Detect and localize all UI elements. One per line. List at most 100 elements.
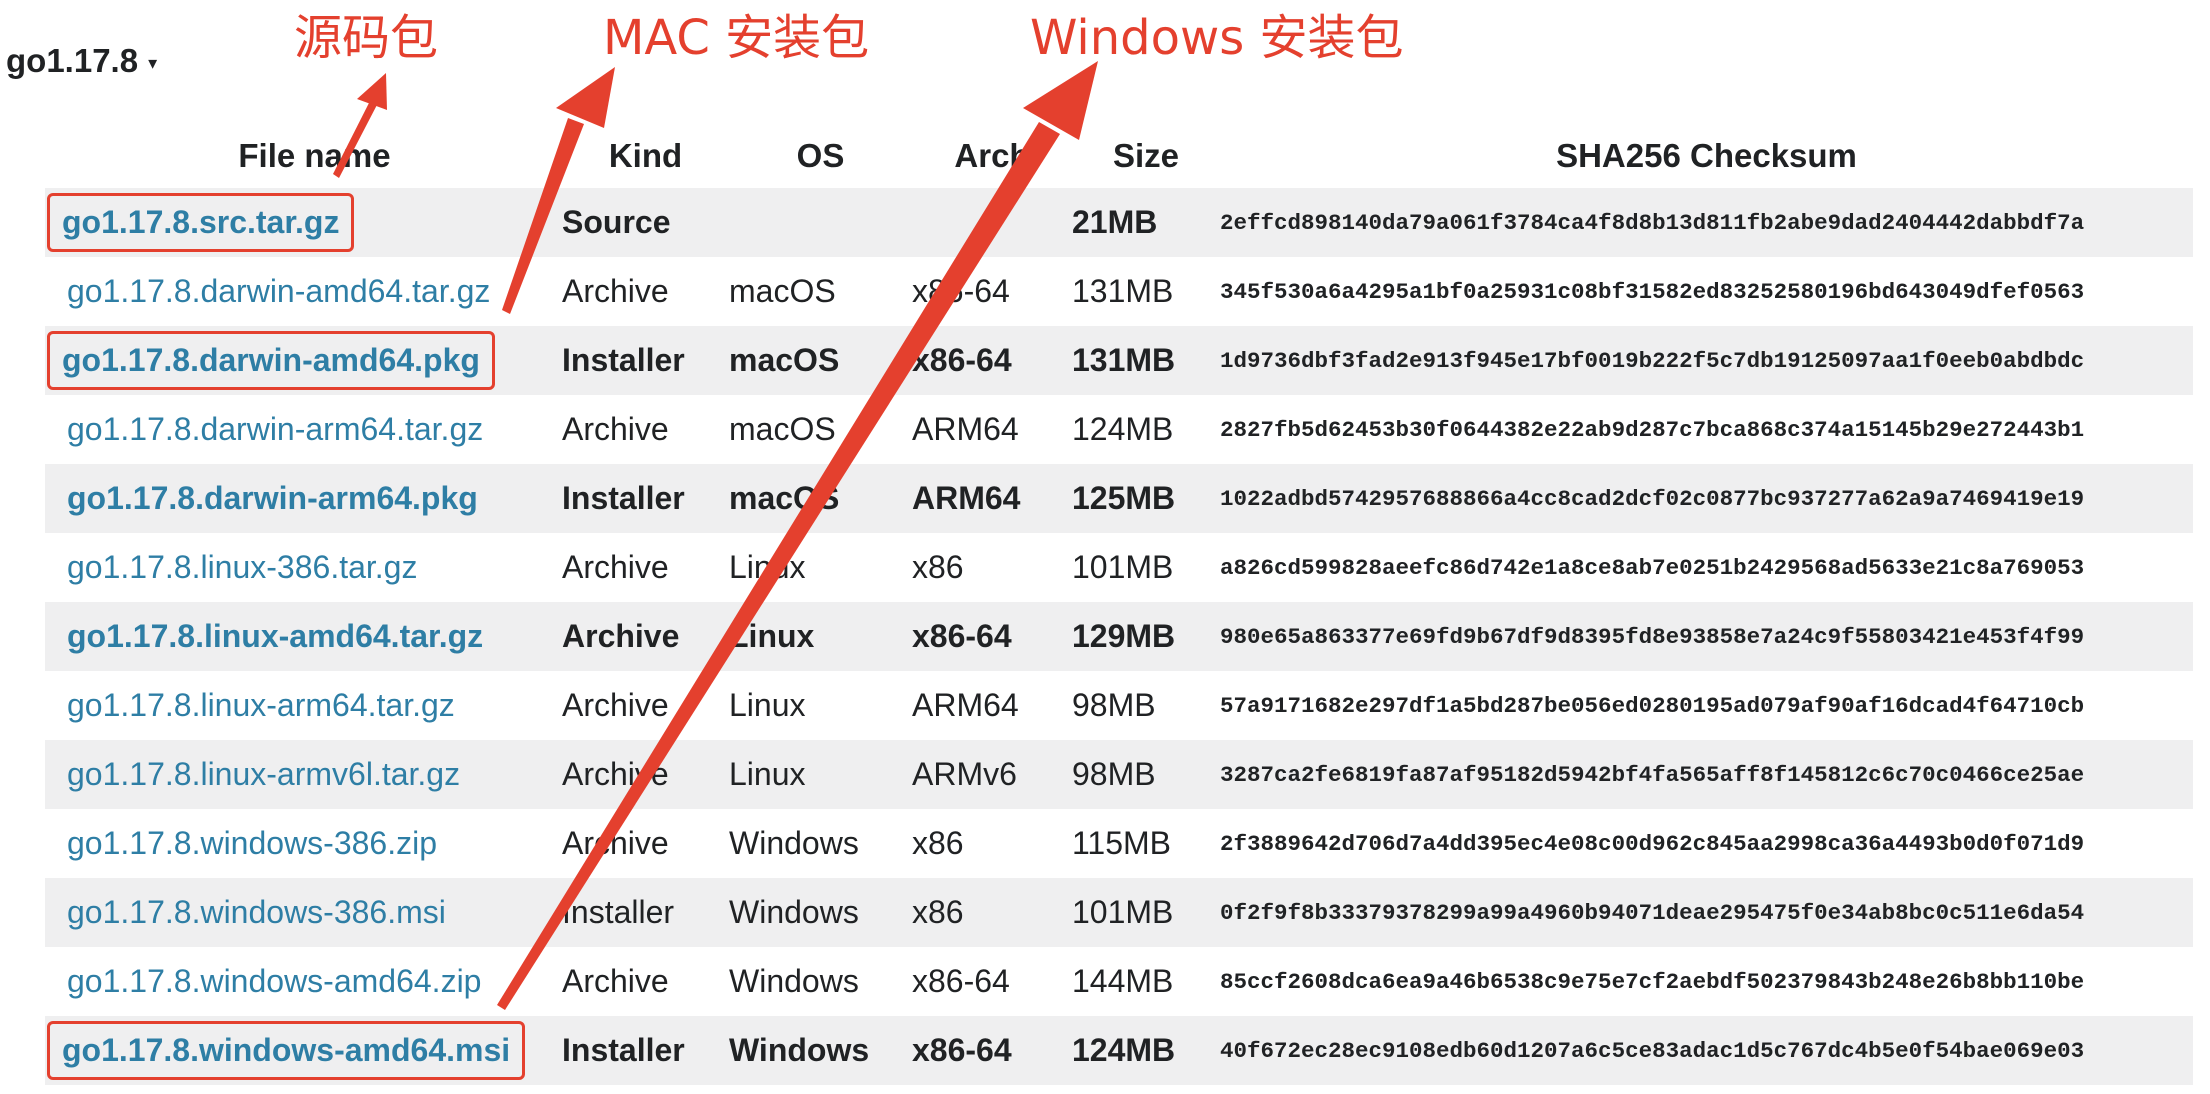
checksum-cell: 40f672ec28ec9108edb60d1207a6c5ce83adac1d…: [1220, 1037, 2085, 1064]
size-cell: 115MB: [1072, 825, 1172, 861]
os-cell: macOS: [729, 411, 836, 447]
file-name-link[interactable]: go1.17.8.linux-amd64.tar.gz: [67, 618, 483, 654]
table-row: go1.17.8.src.tar.gz Source 21MB 2effcd89814…: [45, 188, 2193, 257]
arch-cell: x86: [912, 894, 964, 930]
table-row: go1.17.8.linux-amd64.tar.gz Archive Linux x…: [45, 602, 2193, 671]
table-row: go1.17.8.linux-386.tar.gz Archive Linux x86…: [45, 533, 2193, 602]
file-name-cell: go1.17.8.linux-armv6l.tar.gz: [45, 740, 562, 809]
table-row: go1.17.8.windows-386.msi Installer Windows…: [45, 878, 2193, 947]
file-name-cell: go1.17.8.darwin-amd64.pkg: [45, 326, 562, 395]
file-name-link[interactable]: go1.17.8.windows-amd64.zip: [67, 963, 481, 999]
os-cell: Windows: [729, 1032, 870, 1068]
file-name-cell: go1.17.8.windows-386.msi: [45, 878, 562, 947]
file-name-cell: go1.17.8.darwin-amd64.tar.gz: [45, 257, 562, 326]
version-toggle[interactable]: go1.17.8 ▾: [6, 38, 157, 84]
size-cell: 98MB: [1072, 756, 1156, 792]
file-name-link[interactable]: go1.17.8.darwin-arm64.tar.gz: [67, 411, 483, 447]
arch-cell: x86-64: [912, 963, 1010, 999]
os-cell: Windows: [729, 963, 859, 999]
kind-cell: Archive: [562, 825, 669, 861]
size-cell: 124MB: [1072, 1032, 1176, 1068]
file-name-link[interactable]: go1.17.8.darwin-amd64.tar.gz: [67, 273, 490, 309]
os-cell: macOS: [729, 480, 840, 516]
header-sha256: SHA256 Checksum: [1556, 137, 1857, 174]
table-row: go1.17.8.windows-amd64.zip Archive Windows…: [45, 947, 2193, 1016]
arch-cell: x86-64: [912, 618, 1012, 654]
annotation-windows-label: Windows 安装包: [1030, 10, 1404, 66]
arch-cell: x86-64: [912, 273, 1010, 309]
kind-cell: Installer: [562, 480, 685, 516]
table-row: go1.17.8.darwin-amd64.tar.gz Archive macOS…: [45, 257, 2193, 326]
file-name-link[interactable]: go1.17.8.windows-amd64.msi: [62, 1032, 510, 1068]
os-cell: macOS: [729, 273, 836, 309]
size-cell: 131MB: [1072, 273, 1174, 309]
header-arch: Arch: [954, 137, 1030, 174]
annotation-mac-label: MAC 安装包: [603, 10, 870, 66]
file-name-cell: go1.17.8.darwin-arm64.tar.gz: [45, 395, 562, 464]
os-cell: macOS: [729, 342, 840, 378]
os-cell: Linux: [729, 756, 806, 792]
size-cell: 101MB: [1072, 549, 1174, 585]
arch-cell: x86-64: [912, 1032, 1012, 1068]
arch-cell: x86: [912, 549, 964, 585]
size-cell: 125MB: [1072, 480, 1176, 516]
file-name-link[interactable]: go1.17.8.linux-386.tar.gz: [67, 549, 417, 585]
highlight-box: go1.17.8.darwin-amd64.pkg: [47, 331, 495, 390]
kind-cell: Archive: [562, 687, 669, 723]
checksum-cell: 1d9736dbf3fad2e913f945e17bf0019b222f5c7d…: [1220, 347, 2085, 374]
os-cell: [729, 188, 912, 257]
checksum-cell: 3287ca2fe6819fa87af95182d5942bf4fa565aff…: [1220, 761, 2085, 788]
table-row: go1.17.8.windows-amd64.msi Installer Windo…: [45, 1016, 2193, 1085]
table-row: go1.17.8.linux-arm64.tar.gz Archive Linux A…: [45, 671, 2193, 740]
table-header-row: File name Kind OS Arch Size SHA256 Check…: [45, 124, 2193, 188]
kind-cell: Archive: [562, 549, 669, 585]
file-name-link[interactable]: go1.17.8.linux-arm64.tar.gz: [67, 687, 455, 723]
os-cell: Linux: [729, 618, 815, 654]
checksum-cell: 1022adbd5742957688866a4cc8cad2dcf02c0877…: [1220, 485, 2085, 512]
header-file-name: File name: [238, 137, 391, 174]
file-name-cell: go1.17.8.darwin-arm64.pkg: [45, 464, 562, 533]
file-name-cell: go1.17.8.linux-amd64.tar.gz: [45, 602, 562, 671]
os-cell: Linux: [729, 687, 806, 723]
header-kind: Kind: [608, 137, 683, 174]
table-row: go1.17.8.windows-386.zip Archive Windows x8…: [45, 809, 2193, 878]
kind-cell: Archive: [562, 618, 680, 654]
file-name-cell: go1.17.8.windows-amd64.msi: [45, 1016, 562, 1085]
table-row: go1.17.8.darwin-arm64.tar.gz Archive macOS…: [45, 395, 2193, 464]
caret-down-icon[interactable]: ▾: [148, 53, 157, 74]
kind-cell: Archive: [562, 963, 669, 999]
file-name-link[interactable]: go1.17.8.linux-armv6l.tar.gz: [67, 756, 460, 792]
file-name-link[interactable]: go1.17.8.darwin-arm64.pkg: [67, 480, 478, 516]
header-size: Size: [1112, 137, 1180, 174]
table-row: go1.17.8.darwin-amd64.pkg Installer macOS x…: [45, 326, 2193, 395]
file-name-cell: go1.17.8.linux-386.tar.gz: [45, 533, 562, 602]
kind-cell: Installer: [562, 342, 685, 378]
size-cell: 131MB: [1072, 342, 1176, 378]
checksum-cell: 0f2f9f8b33379378299a99a4960b94071deae295…: [1220, 899, 2085, 926]
kind-cell: Archive: [562, 411, 669, 447]
size-cell: 129MB: [1072, 618, 1176, 654]
os-cell: Windows: [729, 894, 859, 930]
arch-cell: ARMv6: [912, 756, 1017, 792]
size-cell: 101MB: [1072, 894, 1174, 930]
arch-cell: ARM64: [912, 687, 1019, 723]
kind-cell: Installer: [562, 1032, 685, 1068]
checksum-cell: 57a9171682e297df1a5bd287be056ed0280195ad…: [1220, 692, 2085, 719]
file-name-link[interactable]: go1.17.8.windows-386.msi: [67, 894, 446, 930]
arch-cell: ARM64: [912, 411, 1019, 447]
file-name-link[interactable]: go1.17.8.darwin-amd64.pkg: [62, 342, 480, 378]
arch-cell: x86-64: [912, 342, 1012, 378]
table-row: go1.17.8.linux-armv6l.tar.gz Archive Linux…: [45, 740, 2193, 809]
size-cell: 21MB: [1072, 204, 1158, 240]
size-cell: 144MB: [1072, 963, 1174, 999]
highlight-box: go1.17.8.src.tar.gz: [47, 193, 355, 252]
checksum-cell: 85ccf2608dca6ea9a46b6538c9e75e7cf2aebdf5…: [1220, 968, 2085, 995]
checksum-cell: 345f530a6a4295a1bf0a25931c08bf31582ed832…: [1220, 278, 2085, 305]
file-name-link[interactable]: go1.17.8.windows-386.zip: [67, 825, 437, 861]
version-label[interactable]: go1.17.8: [6, 42, 138, 80]
os-cell: Linux: [729, 549, 806, 585]
file-name-cell: go1.17.8.windows-386.zip: [45, 809, 562, 878]
table-row: go1.17.8.darwin-arm64.pkg Installer macOS A…: [45, 464, 2193, 533]
file-name-link[interactable]: go1.17.8.src.tar.gz: [62, 204, 339, 240]
arch-cell: x86: [912, 825, 964, 861]
